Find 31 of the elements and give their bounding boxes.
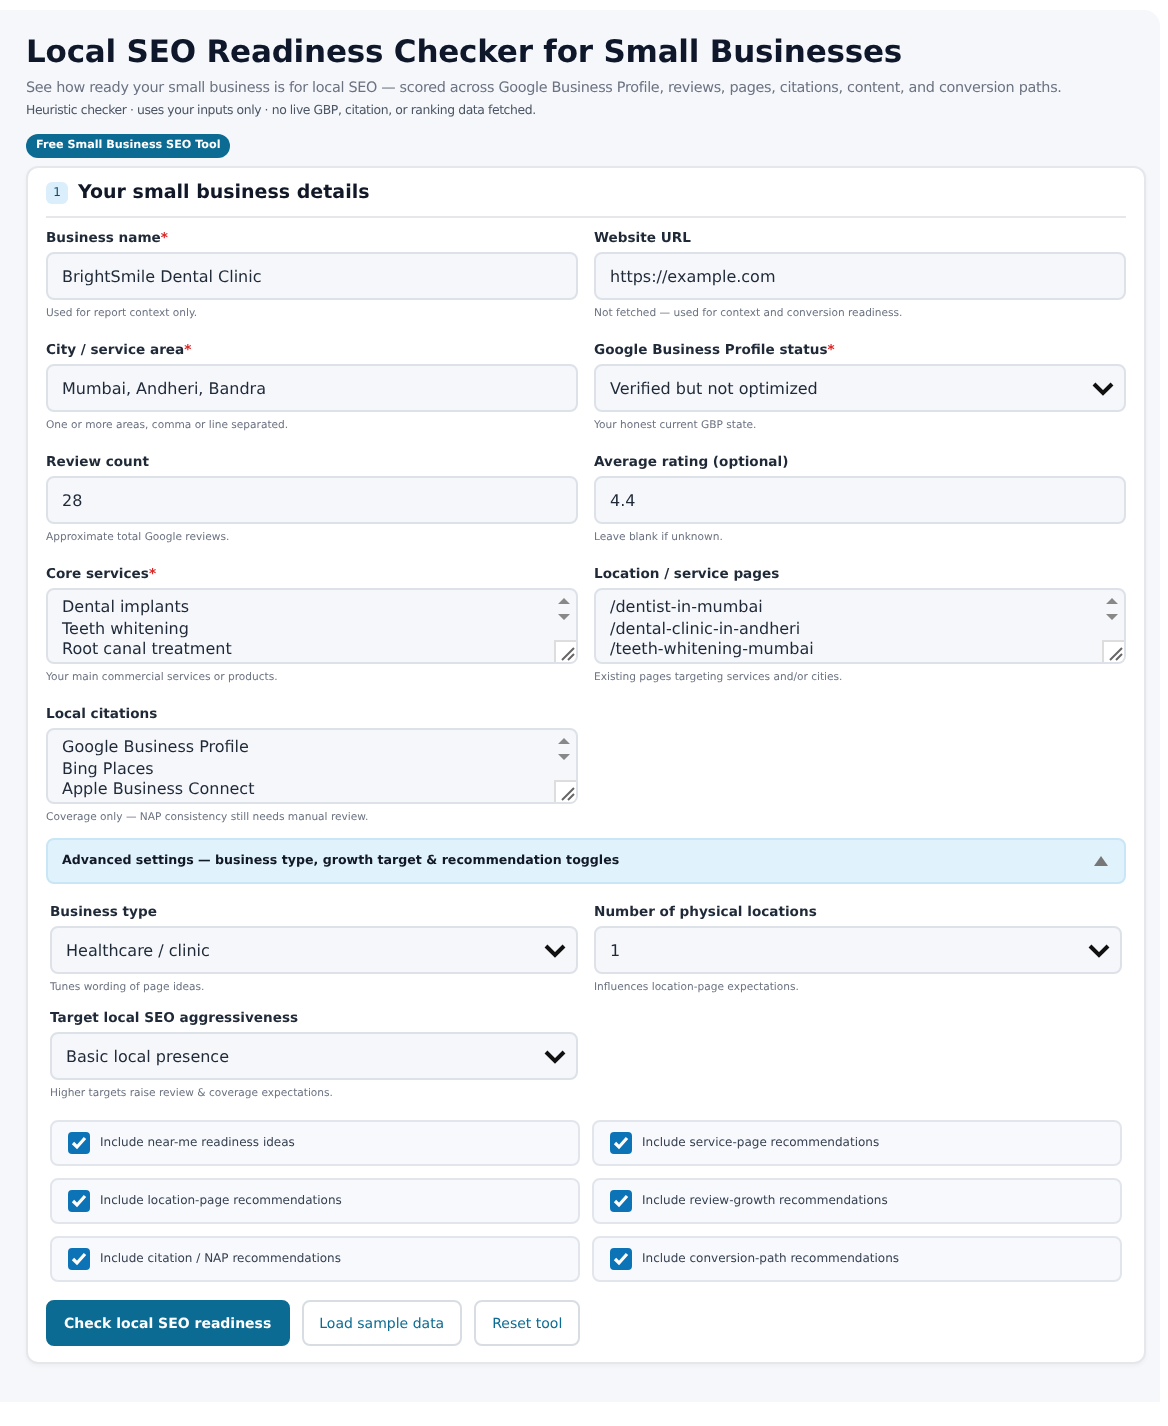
caret-up-icon <box>1094 856 1108 866</box>
checkbox[interactable] <box>68 1248 90 1270</box>
text-area[interactable]: Google Business Profile Bing Places Apple Business Connect <box>46 728 578 804</box>
input-field[interactable]: https://example.com <box>594 252 1126 300</box>
checkbox[interactable] <box>68 1132 90 1154</box>
dropdown[interactable]: Healthcare / clinic <box>50 926 578 974</box>
scroll-arrows-icon[interactable] <box>1104 594 1120 626</box>
input-field[interactable]: 4.4 <box>594 476 1126 524</box>
chevron-down-icon <box>544 943 566 957</box>
text-area[interactable]: /dentist-in-mumbai /dental-clinic-in-andheri /teeth-whitening-mumbai <box>594 588 1126 664</box>
chevron-down-icon <box>544 1049 566 1063</box>
scroll-arrows-icon[interactable] <box>556 594 572 626</box>
input-field[interactable]: 28 <box>46 476 578 524</box>
checkbox[interactable] <box>610 1132 632 1154</box>
input-field[interactable]: BrightSmile Dental Clinic <box>46 252 578 300</box>
dropdown[interactable]: Basic local presence <box>50 1032 578 1080</box>
chevron-down-icon <box>1092 381 1114 395</box>
resize-handle-icon[interactable] <box>1101 640 1123 662</box>
text-area[interactable]: Dental implants Teeth whitening Root canal treatment <box>46 588 578 664</box>
dropdown[interactable]: Verified but not optimized <box>594 364 1126 412</box>
scroll-arrows-icon[interactable] <box>556 734 572 766</box>
dropdown[interactable]: 1 <box>594 926 1122 974</box>
section-title: Your small business details <box>78 182 370 204</box>
page-title: Local SEO Readiness Checker for Small Businesses <box>26 34 905 70</box>
resize-handle-icon[interactable] <box>553 640 575 662</box>
checkbox[interactable] <box>610 1190 632 1212</box>
resize-handle-icon[interactable] <box>553 780 575 802</box>
input-field[interactable]: Mumbai, Andheri, Bandra <box>46 364 578 412</box>
chevron-down-icon <box>1088 943 1110 957</box>
checkbox[interactable] <box>610 1248 632 1270</box>
checkbox[interactable] <box>68 1190 90 1212</box>
